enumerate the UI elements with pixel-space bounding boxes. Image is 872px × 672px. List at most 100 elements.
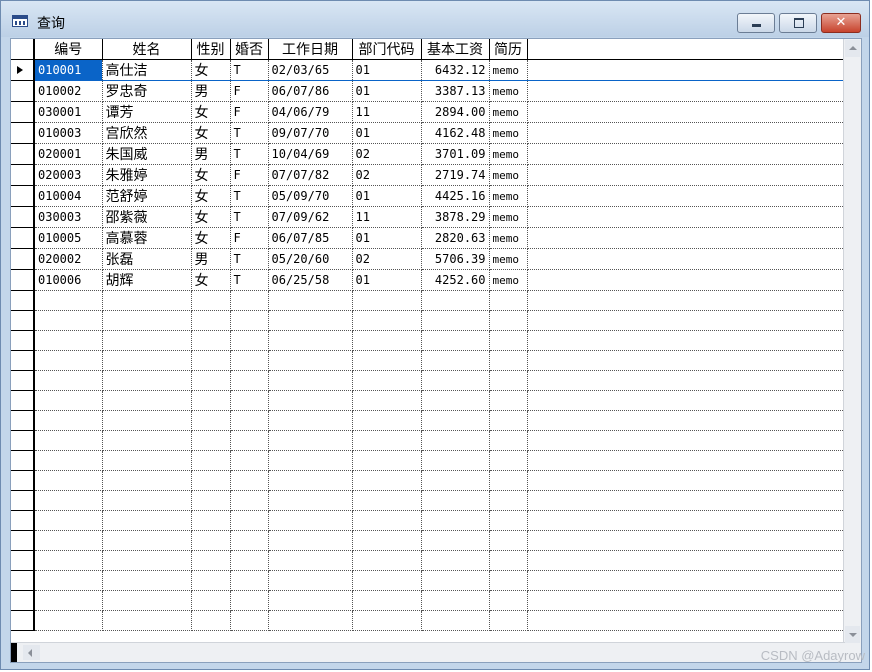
empty-row[interactable] — [11, 590, 845, 611]
cell-name[interactable] — [102, 290, 192, 311]
cell-name[interactable] — [102, 450, 192, 471]
cell-id[interactable]: 010006 — [34, 269, 103, 291]
cell-resume[interactable] — [489, 570, 528, 591]
cell-sex[interactable] — [191, 310, 231, 331]
cell-resume[interactable] — [489, 430, 528, 451]
cell-base-salary[interactable]: 4425.16 — [421, 185, 490, 207]
cell-work-date[interactable] — [268, 330, 353, 351]
cell-resume[interactable] — [489, 490, 528, 511]
cell-work-date[interactable]: 06/25/58 — [268, 269, 353, 291]
cell-married[interactable] — [230, 610, 269, 631]
table-row[interactable]: 010005 高慕蓉女 F 06/07/85 01 2820.63 memo — [11, 227, 845, 249]
cell-base-salary[interactable] — [421, 530, 490, 551]
table-row[interactable]: 010006 胡辉女 T 06/25/58 01 4252.60 memo — [11, 269, 845, 291]
cell-base-salary[interactable] — [421, 390, 490, 411]
cell-base-salary[interactable] — [421, 550, 490, 571]
row-indicator[interactable] — [11, 370, 35, 391]
empty-row[interactable] — [11, 550, 845, 571]
cell-id[interactable] — [34, 590, 103, 611]
cell-resume[interactable] — [489, 510, 528, 531]
empty-row[interactable] — [11, 330, 845, 351]
cell-resume[interactable] — [489, 530, 528, 551]
table-row[interactable]: 010003 宫欣然女 T 09/07/70 01 4162.48 memo — [11, 122, 845, 144]
cell-sex[interactable] — [191, 610, 231, 631]
cell-resume[interactable]: memo — [489, 122, 528, 144]
cell-work-date[interactable] — [268, 390, 353, 411]
cell-married[interactable] — [230, 490, 269, 511]
cell-id[interactable] — [34, 450, 103, 471]
cell-married[interactable] — [230, 570, 269, 591]
cell-resume[interactable] — [489, 610, 528, 631]
table-row[interactable]: 030001 谭芳女 F 04/06/79 11 2894.00 memo — [11, 101, 845, 123]
cell-sex[interactable]: 男 — [191, 143, 231, 165]
cell-married[interactable] — [230, 370, 269, 391]
cell-id[interactable]: 010003 — [34, 122, 103, 144]
cell-name[interactable] — [102, 510, 192, 531]
cell-id[interactable] — [34, 310, 103, 331]
cell-name[interactable]: 朱雅婷 — [102, 164, 192, 186]
cell-id[interactable] — [34, 530, 103, 551]
cell-base-salary[interactable] — [421, 330, 490, 351]
column-header-name[interactable]: 姓名 — [102, 39, 192, 60]
cell-work-date[interactable]: 06/07/85 — [268, 227, 353, 249]
cell-work-date[interactable] — [268, 310, 353, 331]
cell-work-date[interactable] — [268, 570, 353, 591]
cell-work-date[interactable] — [268, 430, 353, 451]
cell-sex[interactable] — [191, 370, 231, 391]
cell-married[interactable]: F — [230, 80, 269, 102]
cell-base-salary[interactable] — [421, 410, 490, 431]
cell-dept-code[interactable] — [352, 470, 422, 491]
empty-row[interactable] — [11, 570, 845, 591]
cell-id[interactable] — [34, 350, 103, 371]
cell-id[interactable] — [34, 570, 103, 591]
cell-resume[interactable] — [489, 450, 528, 471]
cell-sex[interactable] — [191, 290, 231, 311]
cell-sex[interactable]: 男 — [191, 80, 231, 102]
cell-base-salary[interactable]: 2894.00 — [421, 101, 490, 123]
cell-name[interactable] — [102, 550, 192, 571]
cell-resume[interactable]: memo — [489, 101, 528, 123]
cell-married[interactable]: F — [230, 101, 269, 123]
cell-name[interactable] — [102, 530, 192, 551]
row-indicator[interactable] — [11, 470, 35, 491]
cell-sex[interactable] — [191, 470, 231, 491]
row-indicator[interactable] — [11, 227, 35, 249]
vertical-scrollbar[interactable] — [843, 39, 861, 644]
cell-base-salary[interactable]: 2820.63 — [421, 227, 490, 249]
cell-sex[interactable]: 女 — [191, 59, 231, 81]
cell-name[interactable] — [102, 470, 192, 491]
cell-work-date[interactable] — [268, 470, 353, 491]
cell-dept-code[interactable] — [352, 550, 422, 571]
cell-sex[interactable] — [191, 350, 231, 371]
cell-married[interactable] — [230, 390, 269, 411]
cell-sex[interactable]: 女 — [191, 185, 231, 207]
cell-id[interactable] — [34, 490, 103, 511]
cell-base-salary[interactable] — [421, 590, 490, 611]
cell-base-salary[interactable]: 6432.12 — [421, 59, 490, 81]
cell-dept-code[interactable] — [352, 310, 422, 331]
cell-id[interactable]: 010005 — [34, 227, 103, 249]
cell-sex[interactable] — [191, 330, 231, 351]
cell-id[interactable] — [34, 330, 103, 351]
cell-work-date[interactable] — [268, 450, 353, 471]
cell-sex[interactable]: 女 — [191, 122, 231, 144]
cell-resume[interactable]: memo — [489, 269, 528, 291]
empty-row[interactable] — [11, 370, 845, 391]
cell-dept-code[interactable] — [352, 390, 422, 411]
cell-resume[interactable]: memo — [489, 206, 528, 228]
cell-name[interactable] — [102, 350, 192, 371]
empty-row[interactable] — [11, 390, 845, 411]
cell-dept-code[interactable] — [352, 610, 422, 631]
cell-resume[interactable]: memo — [489, 143, 528, 165]
cell-name[interactable] — [102, 570, 192, 591]
cell-married[interactable]: T — [230, 143, 269, 165]
cell-sex[interactable]: 女 — [191, 227, 231, 249]
cell-dept-code[interactable]: 01 — [352, 122, 422, 144]
column-header-resume[interactable]: 简历 — [489, 39, 528, 60]
cell-base-salary[interactable] — [421, 610, 490, 631]
horizontal-scrollbar[interactable] — [11, 642, 845, 662]
cell-resume[interactable]: memo — [489, 185, 528, 207]
cell-sex[interactable] — [191, 530, 231, 551]
row-indicator[interactable] — [11, 330, 35, 351]
cell-dept-code[interactable] — [352, 370, 422, 391]
